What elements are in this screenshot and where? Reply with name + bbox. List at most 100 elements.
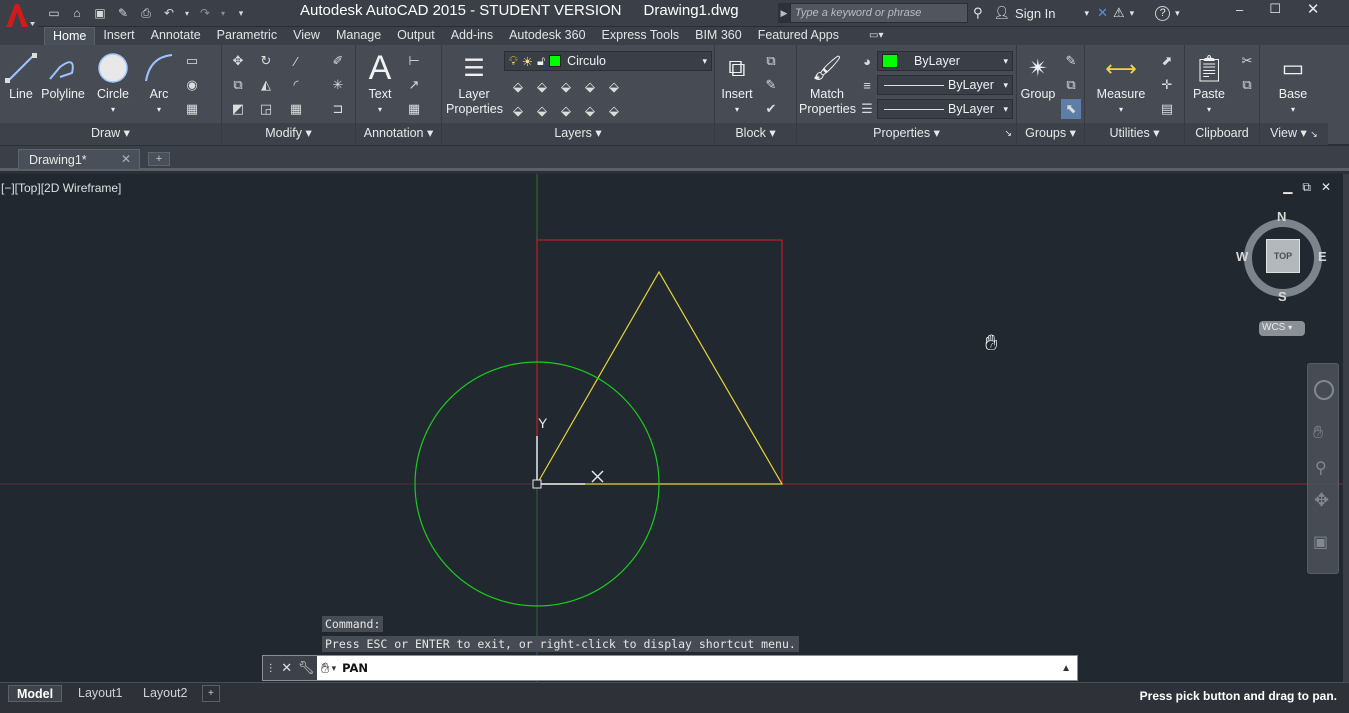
tab-parametric[interactable]: Parametric	[209, 27, 285, 45]
utilities-panel-title[interactable]: Utilities ▾	[1085, 123, 1184, 145]
block-panel-title[interactable]: Block ▾	[715, 123, 796, 145]
open-file-icon[interactable]: ⌂	[67, 4, 87, 22]
stay-connected-icon[interactable]: ⚠︎	[1113, 5, 1125, 21]
close-tab-icon[interactable]: ✕	[121, 152, 131, 166]
save-as-icon[interactable]: ✎	[113, 4, 133, 22]
tab-insert[interactable]: Insert	[95, 27, 142, 45]
trim-icon[interactable]: ⁄	[286, 51, 306, 71]
region-icon[interactable]: ▦	[182, 99, 202, 119]
group-button[interactable]: ✴ Group	[1019, 49, 1057, 102]
command-history-toggle-icon[interactable]: ▲	[1061, 663, 1071, 674]
clipboard-panel-title[interactable]: Clipboard	[1185, 123, 1259, 145]
layer-freeze-icon[interactable]: ⬙	[556, 77, 576, 97]
base-dropdown-icon[interactable]: ▾	[1272, 102, 1314, 117]
search-input[interactable]: Type a keyword or phrase	[790, 3, 968, 23]
text-button[interactable]: A Text ▾	[362, 49, 398, 117]
rotate-icon[interactable]: ↻	[256, 51, 276, 71]
edit-attribute-icon[interactable]: ✔	[761, 99, 781, 119]
compass-west[interactable]: W	[1236, 249, 1248, 264]
text-dropdown-icon[interactable]: ▾	[362, 102, 398, 117]
measure-button[interactable]: ⟷ Measure ▾	[1091, 49, 1151, 117]
insert-block-button[interactable]: ⧉ Insert ▾	[719, 49, 755, 117]
paste-dropdown-icon[interactable]: ▾	[1189, 102, 1229, 117]
move-icon[interactable]: ✥	[228, 51, 248, 71]
copy-icon[interactable]: ⧉	[228, 75, 248, 95]
layer-unlock-icon[interactable]: ⬙	[580, 101, 600, 121]
color-dropdown[interactable]: ByLayer ▾	[877, 51, 1013, 71]
point-icon[interactable]: ✛	[1157, 75, 1177, 95]
polyline-button[interactable]: Polyline	[40, 49, 86, 102]
layer-lock-icon[interactable]: ⬙	[580, 77, 600, 97]
dimension-icon[interactable]: ⊢	[404, 51, 424, 71]
layer-isolate-icon[interactable]: ⬙	[532, 77, 552, 97]
tab-bim-360[interactable]: BIM 360	[687, 27, 750, 45]
wcs-menu[interactable]: WCS ▾	[1259, 321, 1305, 336]
layer-on-icon[interactable]: ⬙	[508, 101, 528, 121]
circle-dropdown-icon[interactable]: ▾	[92, 102, 134, 117]
scale-icon[interactable]: ◲	[256, 99, 276, 119]
viewcube-top-face[interactable]: TOP	[1266, 239, 1300, 273]
viewcube[interactable]: TOP N S E W	[1236, 209, 1327, 304]
steering-wheel-icon[interactable]	[1314, 380, 1334, 400]
modify-panel-title[interactable]: Modify ▾	[222, 123, 355, 145]
plot-icon[interactable]: ⎙	[136, 4, 156, 22]
match-properties-button[interactable]: 🖌︎ Match Properties	[799, 49, 856, 117]
view-launcher-icon[interactable]: ↘	[1310, 129, 1318, 139]
tab-home[interactable]: Home	[44, 27, 96, 45]
undo-icon[interactable]: ↶	[159, 4, 179, 22]
create-block-icon[interactable]: ⧉	[761, 51, 781, 71]
tab-annotate[interactable]: Annotate	[143, 27, 209, 45]
tab-express-tools[interactable]: Express Tools	[594, 27, 688, 45]
tab-autodesk-360[interactable]: Autodesk 360	[501, 27, 593, 45]
vertical-scrollbar[interactable]	[1343, 174, 1349, 682]
layer-match-icon[interactable]: ⬙	[604, 77, 624, 97]
showmotion-icon[interactable]: ▣	[1313, 532, 1328, 552]
layer-unisolate-icon[interactable]: ⬙	[532, 101, 552, 121]
tab-view[interactable]: View	[285, 27, 328, 45]
file-tab-drawing1[interactable]: Drawing1* ✕	[18, 149, 140, 169]
ribbon-minimize-button[interactable]: ▭▾	[861, 27, 891, 45]
group-edit-icon[interactable]: ⧉	[1061, 75, 1081, 95]
base-view-button[interactable]: ▭ Base ▾	[1272, 49, 1314, 117]
undo-dropdown-icon[interactable]: ▾	[182, 4, 192, 22]
insert-dropdown-icon[interactable]: ▾	[719, 102, 755, 117]
tab-layout2[interactable]: Layout2	[135, 685, 195, 702]
tab-model[interactable]: Model	[8, 685, 63, 702]
layer-thaw-icon[interactable]: ⬙	[556, 101, 576, 121]
red-rectangle[interactable]	[536, 239, 783, 485]
compass-south[interactable]: S	[1278, 289, 1287, 304]
draw-panel-title[interactable]: Draw ▾	[0, 123, 221, 145]
circle-button[interactable]: Circle ▾	[92, 49, 134, 117]
drawing-canvas[interactable]: [−][Top][2D Wireframe] ▁ ⧉ ✕ Y ✋︎ TOP N …	[0, 174, 1343, 682]
help-dropdown-icon[interactable]: ▾	[1175, 8, 1180, 19]
compass-east[interactable]: E	[1318, 249, 1327, 264]
cut-icon[interactable]: ✂	[1237, 51, 1257, 71]
binoculars-icon[interactable]: ⚲	[973, 5, 983, 21]
customize-qat-icon[interactable]: ▾	[231, 4, 251, 22]
layer-properties-button[interactable]: ☰ Layer Properties	[446, 49, 503, 117]
command-input[interactable]: PAN	[336, 661, 1061, 675]
customize-wrench-icon[interactable]: 🔧︎	[298, 660, 315, 676]
array-icon[interactable]: ▦	[286, 99, 306, 119]
sign-in-label[interactable]: Sign In	[1015, 6, 1055, 21]
redo-dropdown-icon[interactable]: ▾	[218, 4, 228, 22]
tab-featured-apps[interactable]: Featured Apps	[750, 27, 847, 45]
leader-icon[interactable]: ↗	[404, 75, 424, 95]
erase-icon[interactable]: ✐	[328, 51, 348, 71]
groups-panel-title[interactable]: Groups ▾	[1017, 123, 1084, 145]
mirror-icon[interactable]: ◭	[256, 75, 276, 95]
tab-manage[interactable]: Manage	[328, 27, 389, 45]
stretch-icon[interactable]: ◩	[228, 99, 248, 119]
yellow-triangle[interactable]	[535, 270, 784, 485]
view-panel-title[interactable]: View ▾ ↘	[1260, 123, 1328, 145]
user-icon[interactable]: 👤︎	[994, 5, 1011, 21]
measure-dropdown-icon[interactable]: ▾	[1091, 102, 1151, 117]
arc-dropdown-icon[interactable]: ▾	[140, 102, 178, 117]
hatch-icon[interactable]: ◉	[182, 75, 202, 95]
new-file-icon[interactable]: ▭	[44, 4, 64, 22]
new-tab-button[interactable]: +	[148, 152, 170, 166]
offset-icon[interactable]: ⊐	[328, 99, 348, 119]
annotation-panel-title[interactable]: Annotation ▾	[356, 123, 441, 145]
copy-clip-icon[interactable]: ⧉	[1237, 75, 1257, 95]
grip-icon[interactable]: ⋮	[266, 663, 276, 674]
